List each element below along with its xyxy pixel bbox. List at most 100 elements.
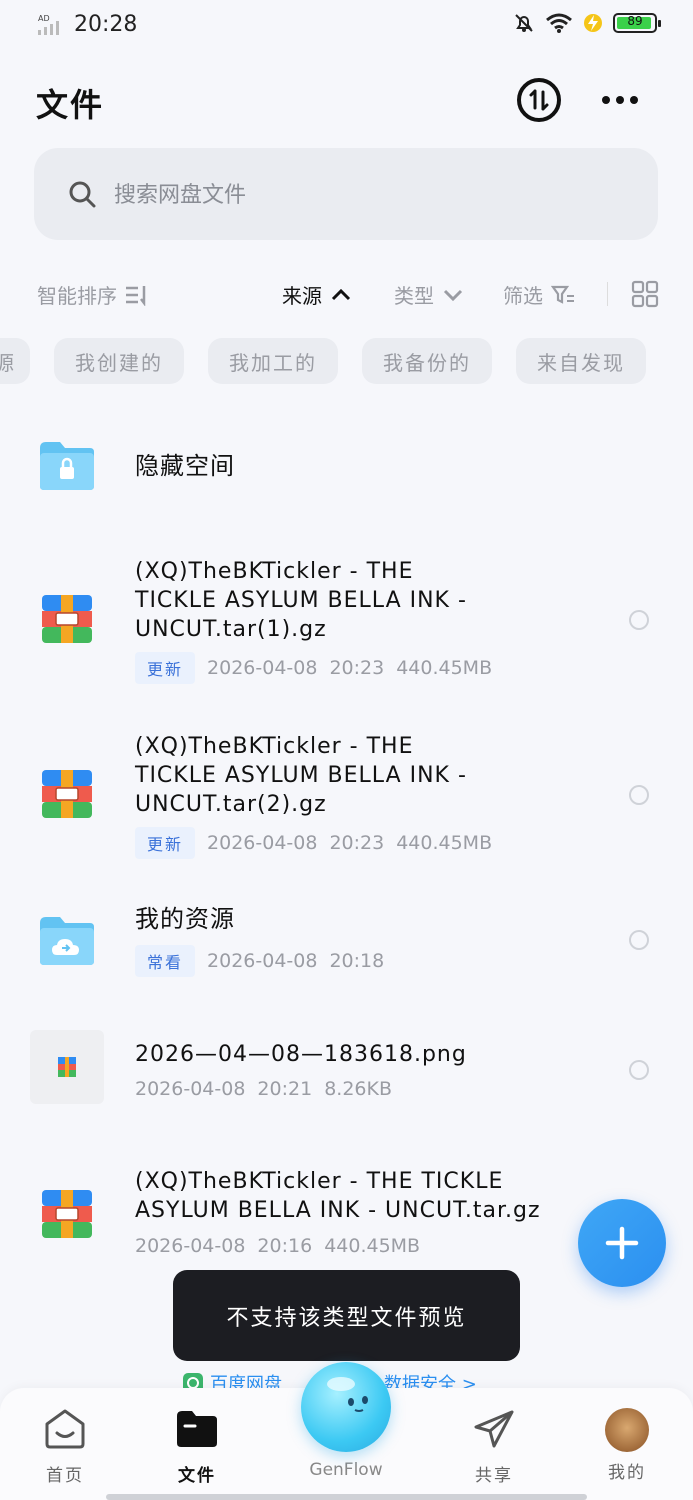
select-radio[interactable] — [629, 1060, 649, 1080]
filter-button[interactable]: 筛选 — [503, 280, 575, 309]
file-meta: 更新 2026-04-08 20:23 440.45MB — [135, 652, 492, 684]
chip-label: 源 — [0, 350, 16, 375]
file-name: 隐藏空间 — [135, 452, 235, 480]
sort-filter-row: 智能排序 来源 类型 筛选 — [0, 270, 693, 316]
update-badge: 更新 — [135, 827, 196, 859]
grid-view-icon[interactable] — [631, 280, 659, 308]
mute-bell-icon — [515, 14, 533, 32]
chip-label: 我备份的 — [383, 350, 471, 375]
wifi-icon — [546, 13, 572, 33]
file-date: 2026-04-08 — [135, 1235, 246, 1257]
chevron-up-icon — [331, 288, 351, 300]
folder-icon — [177, 1411, 217, 1447]
funnel-icon — [551, 285, 574, 304]
status-right: 89 — [513, 12, 661, 34]
tab-files[interactable]: 文件 — [152, 1408, 242, 1486]
plus-icon — [605, 1226, 639, 1260]
home-icon — [45, 1409, 85, 1449]
file-time: 20:23 — [329, 657, 385, 679]
status-bar: AD 20:28 89 — [0, 0, 693, 52]
avatar — [605, 1408, 649, 1452]
signal-icon: AD — [38, 14, 59, 35]
toast-message: 不支持该类型文件预览 — [173, 1270, 520, 1361]
file-size: 440.45MB — [396, 832, 493, 854]
file-time: 20:23 — [329, 832, 385, 854]
archive-icon — [42, 595, 92, 643]
battery-icon: 89 — [613, 13, 661, 33]
file-name-line: (XQ)TheBKTickler - THE TICKLE — [135, 1169, 504, 1194]
battery-level: 89 — [627, 14, 643, 28]
image-thumbnail — [30, 1030, 104, 1104]
file-time: 20:21 — [257, 1078, 313, 1100]
file-name: (XQ)TheBKTickler - THE TICKLE ASYLUM BEL… — [135, 1167, 541, 1225]
tab-home[interactable]: 首页 — [20, 1408, 110, 1486]
transfer-button[interactable] — [517, 78, 561, 122]
list-item-file[interactable]: (XQ)TheBKTickler - THE TICKLE ASYLUM BEL… — [0, 555, 693, 685]
list-item-hidden-space[interactable]: 隐藏空间 — [0, 430, 693, 510]
charging-icon — [584, 14, 602, 32]
file-name: (XQ)TheBKTickler - THE TICKLE ASYLUM BEL… — [135, 732, 467, 819]
file-size: 440.45MB — [396, 657, 493, 679]
genflow-mascot-icon — [327, 1377, 368, 1412]
source-filter-label: 来源 — [282, 284, 322, 308]
file-name: 我的资源 — [135, 905, 235, 933]
file-meta: 更新 2026-04-08 20:23 440.45MB — [135, 827, 492, 859]
frequent-badge: 常看 — [135, 945, 196, 977]
smart-sort-button[interactable]: 智能排序 — [37, 280, 149, 309]
chip-label: 我创建的 — [75, 350, 163, 375]
type-filter-label: 类型 — [394, 284, 434, 308]
search-bar[interactable] — [34, 148, 658, 240]
file-size: 440.45MB — [324, 1235, 421, 1257]
more-dot — [602, 96, 610, 104]
select-radio[interactable] — [629, 610, 649, 630]
home-indicator — [106, 1494, 587, 1500]
transfer-arrows-icon — [529, 89, 549, 111]
file-name-line: UNCUT.tar(1).gz — [135, 617, 327, 642]
archive-icon — [42, 1190, 92, 1238]
list-item-folder[interactable]: 我的资源 常看 2026-04-08 20:18 — [0, 905, 693, 985]
file-name-line: UNCUT.tar(2).gz — [135, 792, 327, 817]
select-radio[interactable] — [629, 785, 649, 805]
add-button[interactable] — [578, 1199, 666, 1287]
tab-me[interactable]: 我的 — [582, 1408, 672, 1483]
chip-discover[interactable]: 来自发现 — [516, 338, 646, 384]
tab-share[interactable]: 共享 — [449, 1408, 539, 1486]
file-size: 8.26KB — [324, 1078, 392, 1100]
chip-backed-up[interactable]: 我备份的 — [362, 338, 492, 384]
select-radio[interactable] — [629, 930, 649, 950]
svg-text:AD: AD — [38, 14, 50, 23]
list-item-file[interactable]: 2026—04—08—183618.png 2026-04-08 20:21 8… — [0, 1030, 693, 1110]
thumbnail-archive-icon — [58, 1057, 76, 1077]
tab-label: 文件 — [178, 1466, 216, 1486]
chip-partial[interactable]: 源 — [0, 338, 30, 384]
tab-genflow[interactable]: GenFlow — [301, 1454, 391, 1480]
list-item-file[interactable]: (XQ)TheBKTickler - THE TICKLE ASYLUM BEL… — [0, 730, 693, 860]
tab-label: 我的 — [608, 1463, 646, 1483]
paper-plane-icon — [474, 1410, 514, 1448]
chip-created[interactable]: 我创建的 — [54, 338, 184, 384]
file-time: 20:16 — [257, 1235, 313, 1257]
file-name-line: TICKLE ASYLUM BELLA INK - — [135, 588, 467, 613]
type-filter-button[interactable]: 类型 — [394, 280, 464, 309]
cloud-folder-icon — [40, 917, 94, 965]
search-input[interactable] — [112, 174, 596, 216]
file-date: 2026-04-08 — [135, 1078, 246, 1100]
file-meta: 2026-04-08 20:16 440.45MB — [135, 1235, 420, 1257]
tab-label: 共享 — [475, 1466, 513, 1486]
file-name-line: (XQ)TheBKTickler - THE — [135, 734, 414, 759]
more-menu-button[interactable] — [598, 86, 642, 114]
file-name-line: TICKLE ASYLUM BELLA INK - — [135, 763, 467, 788]
source-filter-button[interactable]: 来源 — [282, 280, 352, 309]
file-meta: 2026-04-08 20:21 8.26KB — [135, 1078, 392, 1100]
divider — [607, 282, 608, 306]
more-dot — [616, 96, 624, 104]
chip-processed[interactable]: 我加工的 — [208, 338, 338, 384]
sort-lines-icon — [126, 285, 146, 306]
source-chips: 源 我创建的 我加工的 我备份的 来自发现 — [0, 338, 693, 386]
update-badge: 更新 — [135, 652, 196, 684]
lock-folder-icon — [40, 442, 94, 490]
file-meta: 常看 2026-04-08 20:18 — [135, 945, 384, 977]
filter-label: 筛选 — [503, 284, 543, 308]
genflow-orb-button[interactable] — [301, 1362, 391, 1452]
file-name: (XQ)TheBKTickler - THE TICKLE ASYLUM BEL… — [135, 557, 467, 644]
